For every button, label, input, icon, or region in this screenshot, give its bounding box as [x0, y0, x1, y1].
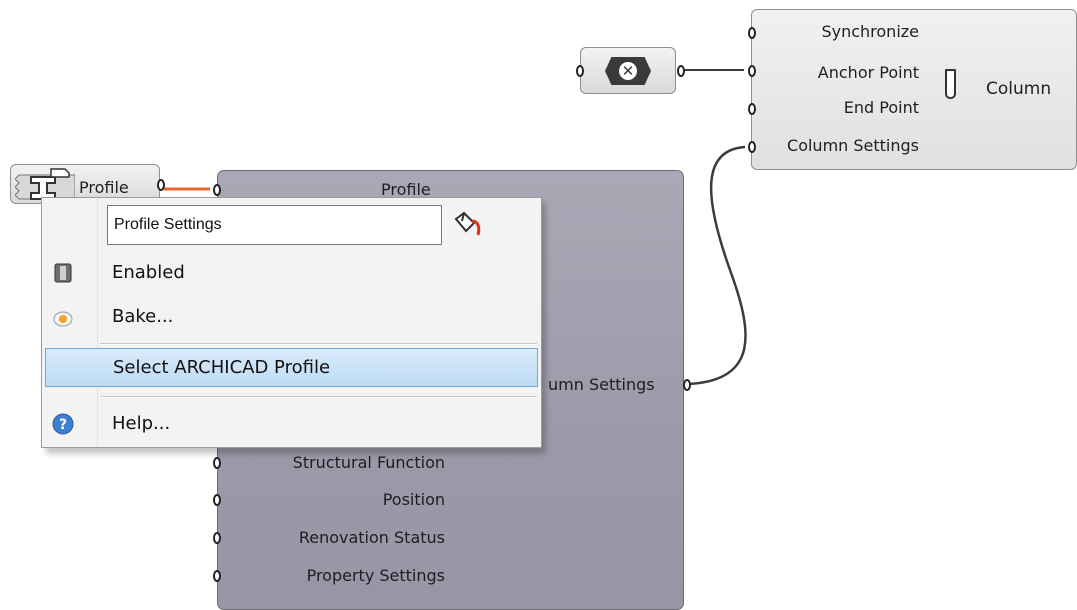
name-field[interactable]	[107, 205, 442, 245]
menu-item-label: Help...	[112, 413, 171, 434]
paint-bucket-icon[interactable]	[450, 211, 482, 237]
input-renovation-status[interactable]: Renovation Status	[299, 528, 445, 547]
output-grip[interactable]	[157, 179, 165, 191]
menu-item-bake[interactable]: Bake...	[45, 298, 538, 337]
menu-item-select-archicad-profile[interactable]: Select ARCHICAD Profile	[45, 348, 538, 387]
toggle-icon	[52, 262, 74, 284]
input-grip[interactable]	[748, 103, 756, 115]
menu-separator	[100, 396, 537, 398]
menu-item-label: Enabled	[112, 262, 185, 283]
input-grip[interactable]	[213, 184, 221, 196]
context-menu: Enabled Bake... Select ARCHICAD Profile …	[41, 197, 542, 448]
input-grip[interactable]	[213, 532, 221, 544]
menu-item-label: Bake...	[112, 306, 174, 327]
input-column-settings[interactable]: Column Settings	[787, 136, 919, 155]
bake-egg-icon	[52, 306, 74, 328]
input-grip[interactable]	[748, 27, 756, 39]
input-property-settings[interactable]: Property Settings	[307, 566, 445, 585]
input-end-point[interactable]: End Point	[844, 98, 919, 117]
close-icon: ✕	[619, 62, 637, 80]
input-grip[interactable]	[213, 570, 221, 582]
component-name: Column	[986, 79, 1052, 99]
menu-item-help[interactable]: ? Help...	[45, 405, 538, 444]
hexagon-icon: ✕	[605, 57, 651, 85]
input-grip[interactable]	[748, 65, 756, 77]
wire-settings-to-column	[688, 145, 747, 386]
help-icon: ?	[52, 413, 74, 435]
cancel-component[interactable]: ✕	[576, 47, 685, 94]
menu-item-enabled[interactable]: Enabled	[45, 254, 538, 293]
menu-item-label: Select ARCHICAD Profile	[113, 357, 331, 378]
output-grip[interactable]	[677, 65, 685, 77]
menu-separator	[100, 343, 537, 345]
input-grip[interactable]	[576, 65, 584, 77]
input-anchor-point[interactable]: Anchor Point	[818, 63, 919, 82]
input-grip[interactable]	[748, 141, 756, 153]
parameter-label: Profile	[79, 178, 129, 197]
output-grip[interactable]	[683, 379, 691, 391]
column-icon	[945, 69, 956, 99]
column-component[interactable]: Synchronize Anchor Point End Point Colum…	[748, 9, 1077, 170]
input-position[interactable]: Position	[383, 490, 445, 509]
input-structural-function[interactable]: Structural Function	[293, 453, 445, 472]
input-grip[interactable]	[213, 494, 221, 506]
svg-text:?: ?	[59, 417, 67, 433]
output-column-settings[interactable]: umn Settings	[548, 375, 655, 394]
input-grip[interactable]	[213, 457, 221, 469]
input-synchronize[interactable]: Synchronize	[821, 22, 919, 41]
